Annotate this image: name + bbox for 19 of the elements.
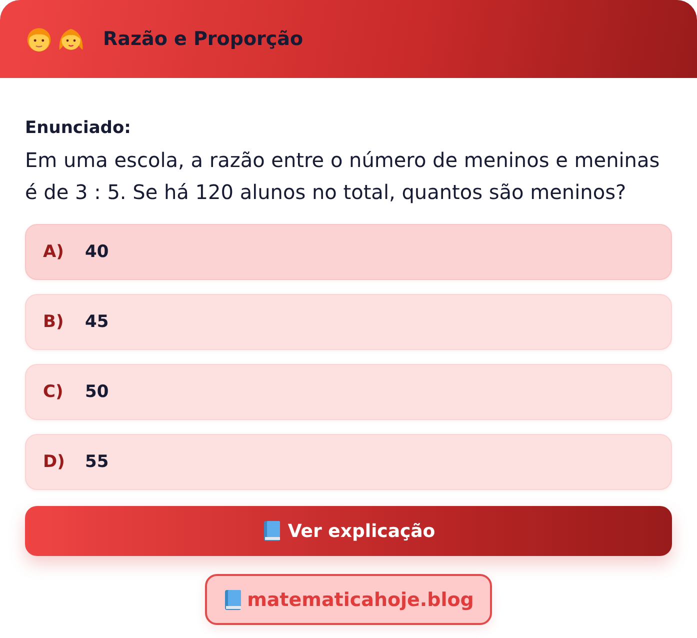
answer-option[interactable]: D) 55 bbox=[25, 434, 672, 490]
option-letter: B) bbox=[43, 312, 65, 332]
option-letter: A) bbox=[43, 242, 65, 262]
option-value: 50 bbox=[85, 382, 109, 402]
question-label: Enunciado: bbox=[25, 117, 132, 140]
option-value: 40 bbox=[85, 242, 109, 262]
answer-option[interactable]: A) 40 bbox=[25, 224, 672, 280]
book-icon bbox=[223, 588, 244, 610]
answer-option[interactable]: C) 50 bbox=[25, 364, 672, 420]
question-text: Em uma escola, a razão entre o número de meninos e meninas é de 3 : 5. Se há 120 alunos no total, quantos são meninos? bbox=[25, 147, 661, 206]
option-value: 55 bbox=[85, 452, 109, 472]
option-letter: D) bbox=[43, 452, 66, 472]
option-letter: C) bbox=[43, 382, 64, 402]
answer-option[interactable]: B) 45 bbox=[25, 294, 672, 350]
book-icon bbox=[262, 520, 282, 542]
option-value: 45 bbox=[85, 312, 109, 332]
explain-button[interactable]: Ver explicação bbox=[25, 506, 672, 556]
header-title: Razão e Proporção bbox=[103, 28, 304, 50]
boy-face-icon bbox=[25, 25, 53, 53]
